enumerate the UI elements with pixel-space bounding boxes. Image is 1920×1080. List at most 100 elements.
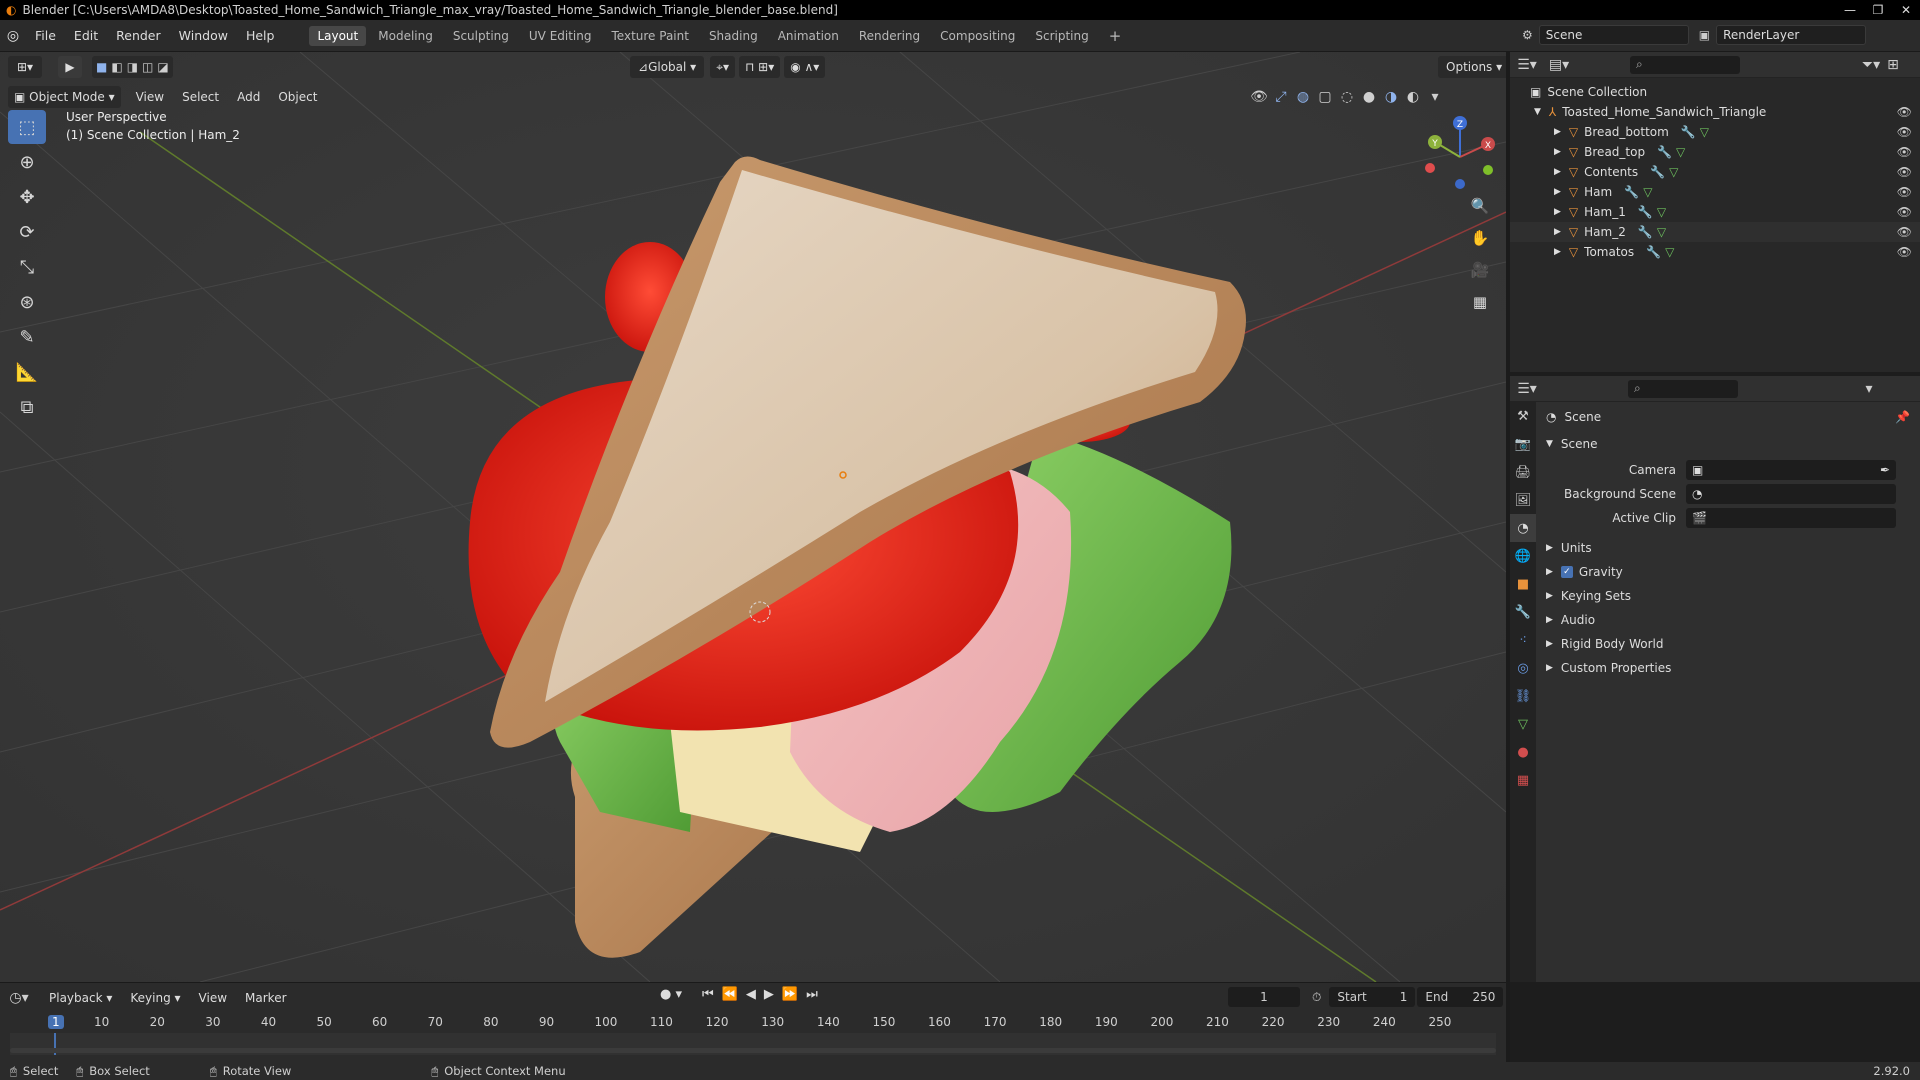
tab-modeling[interactable]: Modeling [370, 26, 441, 46]
measure-tool-icon[interactable]: 📐 [8, 355, 46, 389]
annotate-tool-icon[interactable]: ✎ [8, 320, 46, 354]
tab-uv-editing[interactable]: UV Editing [521, 26, 600, 46]
xray-icon[interactable]: ▢ [1314, 86, 1336, 108]
tab-sculpting[interactable]: Sculpting [445, 26, 517, 46]
timeline-menu-playback[interactable]: Playback ▾ [40, 991, 121, 1005]
view-layer-tab-icon[interactable]: 🖼 [1510, 486, 1536, 514]
menu-render[interactable]: Render [107, 28, 170, 43]
viewport-menu-object[interactable]: Object [269, 90, 326, 104]
zoom-icon[interactable]: 🔍 [1466, 192, 1494, 220]
output-tab-icon[interactable]: 🖨 [1510, 458, 1536, 486]
jump-keyframe-forward-icon[interactable]: ⏩ [782, 987, 798, 1002]
outliner-scene-collection[interactable]: ▣ Scene Collection [1510, 82, 1920, 102]
select-subtract-icon[interactable]: ◨ [127, 60, 138, 74]
play-reverse-icon[interactable]: ◀ [746, 987, 756, 1002]
expand-arrow-icon[interactable]: ▶ [1554, 127, 1561, 137]
properties-editor-icon[interactable]: ☰▾ [1516, 378, 1538, 400]
properties-search-input[interactable]: ⌕ [1628, 379, 1738, 398]
gravity-checkbox[interactable]: ✓ [1560, 566, 1573, 578]
modifier-wrench-icon[interactable]: 🔧 [1624, 185, 1639, 199]
background-scene-field[interactable]: ◔ [1686, 484, 1896, 504]
visibility-eye-icon[interactable]: 👁 [1897, 205, 1912, 219]
expand-arrow-icon[interactable]: ▶ [1554, 147, 1561, 157]
visibility-eye-icon[interactable]: 👁 [1897, 245, 1912, 259]
mesh-data-icon[interactable]: ▽ [1676, 145, 1685, 159]
select-new-icon[interactable]: ■ [96, 60, 107, 74]
collapsed-section-row[interactable]: ▶ Custom Properties [1536, 656, 1920, 680]
add-cube-tool-icon[interactable]: ⧉ [8, 390, 46, 424]
collapsed-section-row[interactable]: ▶ Keying Sets [1536, 584, 1920, 608]
3d-viewport[interactable]: ⊞▾ ▶ ■ ◧ ◨ ◫ ◪ ⊿ Global ▾ ⌖▾ ⊓ ⊞▾ ◉ ∧▾ Optio… [0, 52, 1506, 982]
expand-arrow-icon[interactable]: ▶ [1554, 167, 1561, 177]
ortho-grid-icon[interactable]: ▦ [1466, 288, 1494, 316]
end-frame-field[interactable]: End 250 [1417, 987, 1504, 1007]
filter-icon[interactable]: ⏷▾ [1860, 54, 1882, 76]
neg-z-handle[interactable] [1455, 179, 1465, 189]
timeline-track[interactable] [10, 1033, 1496, 1055]
neg-x-handle[interactable] [1425, 163, 1435, 173]
outliner-object-row[interactable]: ▶ ▽ Tomatos 🔧 ▽ 👁 [1510, 242, 1920, 262]
display-mode-icon[interactable]: ▤▾ [1548, 54, 1570, 76]
tab-scripting[interactable]: Scripting [1027, 26, 1096, 46]
active-clip-field[interactable]: 🎬 [1686, 508, 1896, 528]
renderlayer-icon[interactable]: ▣ [1699, 28, 1710, 42]
cursor-tool-icon[interactable]: ⊕ [8, 145, 46, 179]
transform-orientation-dropdown[interactable]: ⊿ Global ▾ [630, 56, 705, 78]
visibility-eye-icon[interactable]: 👁 [1897, 125, 1912, 139]
select-box-tool-icon[interactable]: ⬚ [8, 110, 46, 144]
solid-shading-icon[interactable]: ● [1358, 86, 1380, 108]
outliner-collection-row[interactable]: ▼ ⅄ Toasted_Home_Sandwich_Triangle 👁 [1510, 102, 1920, 122]
camera-view-icon[interactable]: 🎥 [1466, 256, 1494, 284]
close-window-button[interactable]: ✕ [1892, 0, 1920, 20]
overlays-icon[interactable]: ◍ [1292, 86, 1314, 108]
tab-texture-paint[interactable]: Texture Paint [604, 26, 697, 46]
mesh-data-icon[interactable]: ▽ [1669, 165, 1678, 179]
preview-range-icon[interactable]: ⏱ [1312, 990, 1321, 1005]
mesh-data-icon[interactable]: ▽ [1665, 245, 1674, 259]
transform-tool-icon[interactable]: ⊛ [8, 285, 46, 319]
scene-icon[interactable]: ⚙ [1522, 28, 1533, 42]
timeline-editor-icon[interactable]: ◷▾ [8, 987, 30, 1009]
visibility-eye-icon[interactable]: 👁 [1897, 185, 1912, 199]
rotate-tool-icon[interactable]: ⟳ [8, 215, 46, 249]
jump-keyframe-back-icon[interactable]: ⏪ [722, 987, 738, 1002]
visibility-eye-icon[interactable]: 👁 [1897, 165, 1912, 179]
material-shading-icon[interactable]: ◑ [1380, 86, 1402, 108]
neg-y-handle[interactable] [1483, 165, 1493, 175]
modifier-wrench-icon[interactable]: 🔧 [1650, 165, 1665, 179]
select-mode-icon[interactable]: ▶ [58, 56, 82, 78]
constraints-tab-icon[interactable]: ⛓ [1510, 682, 1536, 710]
object-mode-dropdown[interactable]: ▣ Object Mode ▾ [8, 86, 121, 108]
collapsed-section-row[interactable]: ▶ ✓ Gravity [1536, 560, 1920, 584]
tab-rendering[interactable]: Rendering [851, 26, 928, 46]
visibility-icon[interactable]: 👁 [1248, 86, 1270, 108]
outliner-object-row[interactable]: ▶ ▽ Bread_bottom 🔧 ▽ 👁 [1510, 122, 1920, 142]
menu-edit[interactable]: Edit [65, 28, 107, 43]
options-dropdown[interactable]: Options ▾ [1438, 56, 1506, 78]
render-tab-icon[interactable]: 📷 [1510, 430, 1536, 458]
texture-tab-icon[interactable]: ▦ [1510, 766, 1536, 794]
outliner-editor-icon[interactable]: ☰▾ [1516, 54, 1538, 76]
mesh-data-icon[interactable]: ▽ [1657, 225, 1666, 239]
minimize-button[interactable]: — [1836, 0, 1864, 20]
expand-arrow-icon[interactable]: ▶ [1554, 187, 1561, 197]
collapsed-section-row[interactable]: ▶ Units [1536, 536, 1920, 560]
menu-window[interactable]: Window [170, 28, 237, 43]
wireframe-shading-icon[interactable]: ◌ [1336, 86, 1358, 108]
expand-arrow-icon[interactable]: ▶ [1554, 247, 1561, 257]
select-invert-icon[interactable]: ◫ [142, 60, 153, 74]
modifier-wrench-icon[interactable]: 🔧 [1638, 205, 1653, 219]
material-tab-icon[interactable]: ● [1510, 738, 1536, 766]
physics-tab-icon[interactable]: ◎ [1510, 654, 1536, 682]
move-tool-icon[interactable]: ✥ [8, 180, 46, 214]
mesh-data-icon[interactable]: ▽ [1643, 185, 1652, 199]
scene-selector[interactable]: Scene [1538, 25, 1689, 45]
object-tab-icon[interactable]: ■ [1510, 570, 1536, 598]
scale-tool-icon[interactable]: ⤡ [8, 250, 46, 284]
timeline-menu-view[interactable]: View [190, 991, 236, 1005]
navigation-gizmo[interactable]: Z X Y [1420, 112, 1500, 192]
mesh-data-icon[interactable]: ▽ [1700, 125, 1709, 139]
renderlayer-selector[interactable]: RenderLayer [1716, 25, 1867, 45]
rendered-shading-icon[interactable]: ◐ [1402, 86, 1424, 108]
visibility-eye-icon[interactable]: 👁 [1897, 145, 1912, 159]
